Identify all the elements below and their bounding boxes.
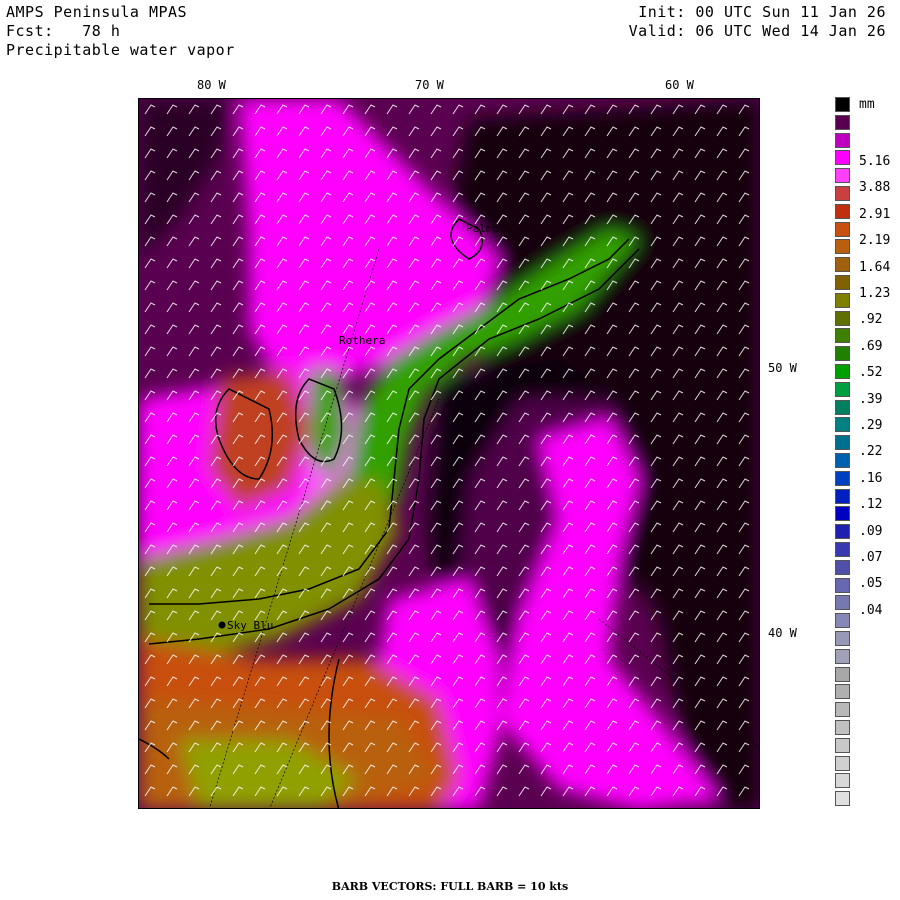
legend-swatch: [835, 310, 850, 326]
map-panel: Palmer Rothera Sky Blu: [138, 98, 760, 809]
legend-swatch: [835, 488, 850, 504]
legend-swatch: [835, 702, 850, 718]
legend-swatch: [835, 381, 850, 397]
map-canvas: Palmer Rothera Sky Blu: [139, 99, 759, 808]
field-name: Precipitable water vapor: [6, 41, 235, 59]
legend-label: .07: [859, 550, 883, 565]
legend-swatch: [835, 755, 850, 771]
legend-swatch: [835, 292, 850, 308]
legend-label: .39: [859, 391, 883, 407]
header-right: Init: 00 UTC Sun 11 Jan 26 Valid: 06 UTC …: [629, 3, 886, 41]
legend-swatch: [835, 613, 850, 629]
legend-label: .52: [859, 365, 883, 381]
init-time: Init: 00 UTC Sun 11 Jan 26: [638, 3, 886, 21]
legend-label: .92: [859, 312, 883, 328]
legend-swatch: [835, 773, 850, 789]
legend-label: .05: [859, 576, 883, 592]
legend-label: .04: [859, 602, 883, 618]
legend-swatch: [835, 542, 850, 557]
legend-swatch: [835, 186, 850, 201]
legend-label: 2.91: [859, 206, 891, 222]
legend-unit: mm: [859, 97, 875, 112]
legend-swatch: [835, 435, 850, 451]
legend-swatch: [835, 399, 850, 415]
legend-swatch: [835, 559, 850, 575]
legend-label: .09: [859, 523, 883, 539]
legend-label: 5.16: [859, 154, 891, 169]
legend-swatch: [835, 239, 850, 255]
legend-swatch: [835, 577, 850, 593]
legend-label: 3.88: [859, 180, 891, 196]
legend-swatch: [835, 417, 850, 433]
wind-barbs: [139, 99, 759, 808]
lon-label-80w: 80 W: [197, 78, 226, 92]
legend-label: .29: [859, 418, 883, 433]
legend-swatch: [835, 346, 850, 362]
legend-swatch: [835, 364, 850, 379]
legend-label: .69: [859, 338, 883, 354]
legend-swatch: [835, 453, 850, 468]
legend-swatch: [835, 97, 850, 112]
legend-swatch: [835, 791, 850, 807]
lon-label-40w: 40 W: [768, 626, 797, 640]
legend-swatch: [835, 737, 850, 753]
legend-swatch: [835, 648, 850, 664]
barb-footnote: BARB VECTORS: FULL BARB = 10 kts: [331, 880, 569, 893]
legend-swatch: [835, 328, 850, 344]
lon-label-50w: 50 W: [768, 361, 797, 375]
legend-label: .12: [859, 497, 883, 513]
station-skyblu: Sky Blu: [227, 619, 273, 632]
legend-swatch: [835, 595, 850, 611]
forecast-hour: Fcst: 78 h: [6, 22, 121, 40]
legend-label: 2.19: [859, 233, 891, 249]
legend-swatch: [835, 132, 850, 148]
legend-swatch: [835, 720, 850, 735]
valid-time: Valid: 06 UTC Wed 14 Jan 26: [628, 22, 886, 40]
station-palmer: Palmer: [466, 222, 506, 235]
lon-label-60w: 60 W: [665, 78, 694, 92]
legend-swatch: [835, 168, 850, 184]
lon-label-70w: 70 W: [415, 78, 444, 92]
station-marker-skyblu: [218, 621, 226, 629]
station-rothera: Rothera: [339, 334, 385, 347]
model-title: AMPS Peninsula MPAS: [6, 3, 188, 21]
legend-swatch: [835, 631, 850, 646]
legend-swatch: [835, 275, 850, 290]
legend-swatch: [835, 114, 850, 130]
legend-swatch: [835, 203, 850, 219]
legend-swatch: [835, 506, 850, 522]
legend-swatch: [835, 221, 850, 237]
legend-label: 1.64: [859, 259, 891, 275]
legend-swatch: [835, 257, 850, 273]
legend-swatch: [835, 684, 850, 700]
legend-swatch: [835, 524, 850, 540]
header-left: AMPS Peninsula MPAS Fcst: 78 h Precipitabl…: [6, 3, 235, 60]
legend-swatch: [835, 150, 850, 166]
legend-swatch: [835, 666, 850, 682]
legend-swatch: [835, 470, 850, 486]
legend-label: .16: [859, 470, 883, 486]
legend-label: 1.23: [859, 286, 891, 301]
legend-label: .22: [859, 444, 883, 460]
